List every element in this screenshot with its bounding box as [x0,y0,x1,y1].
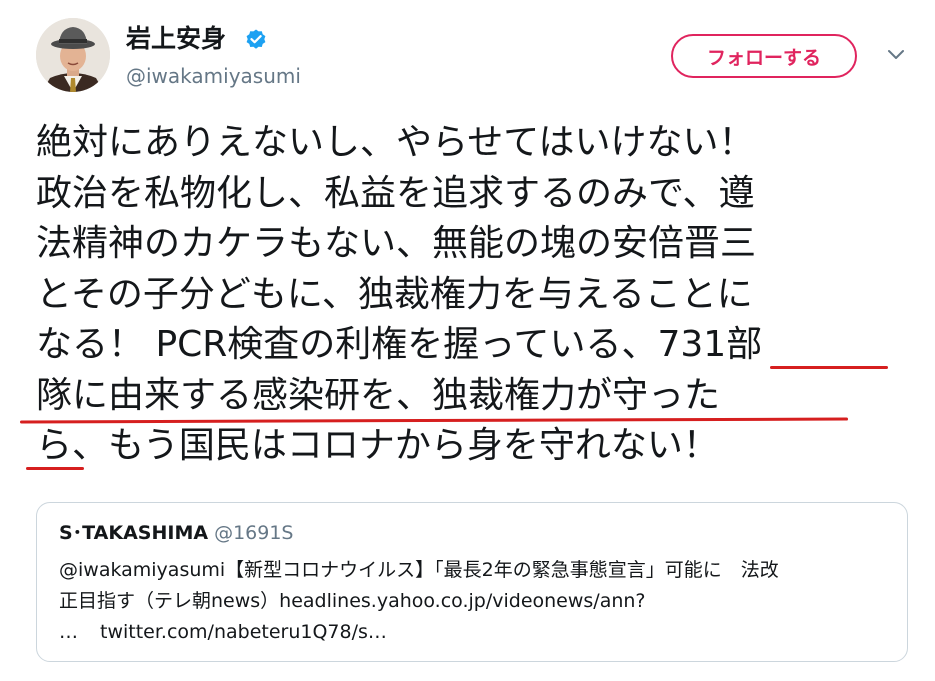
annotation-underline [26,467,84,470]
quoted-tweet-line: @iwakamiyasumi【新型コロナウイルス】「最長2年の緊急事態宣言」可能… [59,559,779,581]
tweet-line: なる！ PCR検査の利権を握っている、731部 [36,324,763,365]
tweet-line: 絶対にありえないし、やらせてはいけない！ [36,122,755,163]
avatar[interactable] [36,18,110,92]
quoted-tweet-line: … twitter.com/nabeteru1Q78/s… [59,617,889,648]
tweet-line: 政治を私物化し、私益を追求するのみで、遵 [36,172,755,214]
quoted-author-handle: @1691S [214,522,294,544]
quoted-author-name: S･TAKASHIMA [59,522,209,544]
quoted-tweet-link[interactable]: twitter.com/nabeteru1Q78/s… [100,621,387,643]
chevron-down-icon[interactable] [886,48,906,62]
quoted-ellipsis: … [59,621,78,643]
quoted-tweet-header: S･TAKASHIMA @1691S [59,521,294,545]
quoted-tweet-card[interactable]: S･TAKASHIMA @1691S @iwakamiyasumi【新型コロナウイ… [36,502,908,662]
tweet-line: とその子分どもに、独裁権力を与えることに [36,273,753,315]
tweet-line: 法精神のカケラもない、無能の塊の安倍晋三 [36,223,757,264]
annotation-underline [770,366,888,369]
display-name[interactable]: 岩上安身 [126,24,226,54]
tweet-line: ら、もう国民はコロナから身を守れない！ [36,425,719,466]
follow-button[interactable]: フォローする [671,34,857,78]
quoted-tweet-line: 正目指す（テレ朝news）headlines.yahoo.co.jp/video… [59,590,646,612]
quoted-tweet-text: @iwakamiyasumi【新型コロナウイルス】「最長2年の緊急事態宣言」可能… [59,555,889,648]
verified-badge-icon [246,29,266,49]
tweet-line: 隊に由来する感染研を、独裁権力が守った [36,374,721,416]
author-handle[interactable]: @iwakamiyasumi [126,64,301,88]
